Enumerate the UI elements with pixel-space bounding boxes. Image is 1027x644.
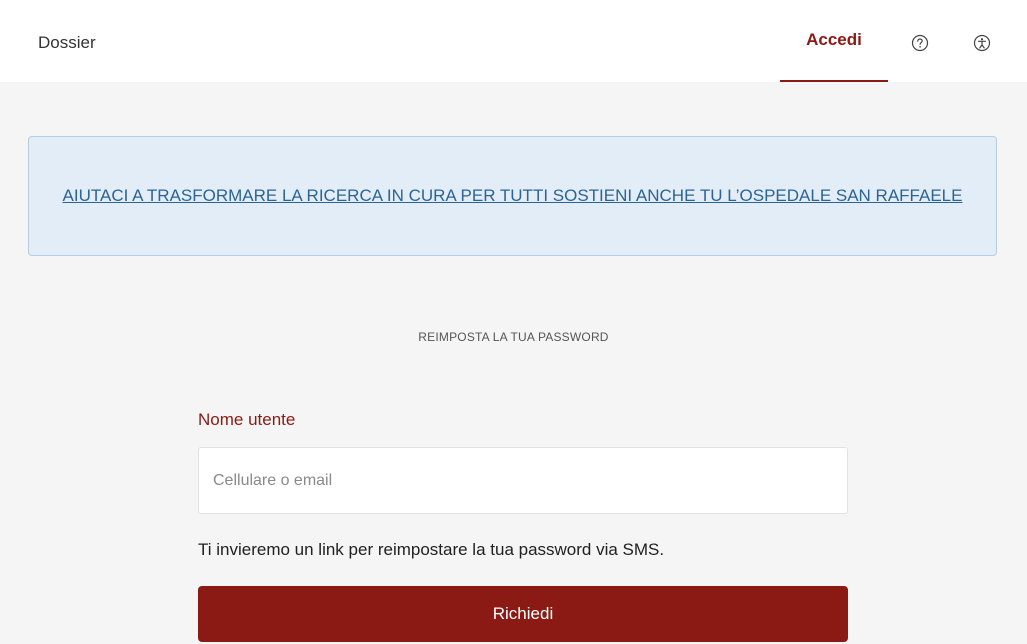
top-header: Dossier Accedi bbox=[0, 0, 1027, 82]
reset-password-title: REIMPOSTA LA TUA PASSWORD bbox=[418, 330, 609, 344]
brand-title[interactable]: Dossier bbox=[38, 33, 96, 53]
request-button[interactable]: Richiedi bbox=[198, 586, 848, 642]
donation-link[interactable]: AIUTACI A TRASFORMARE LA RICERCA IN CURA… bbox=[43, 180, 983, 212]
login-tab[interactable]: Accedi bbox=[780, 0, 888, 82]
sms-hint: Ti invieremo un link per reimpostare la … bbox=[198, 540, 665, 559]
help-icon[interactable] bbox=[910, 33, 930, 53]
username-label: Nome utente bbox=[198, 410, 296, 429]
accessibility-icon[interactable] bbox=[972, 33, 992, 53]
donation-banner: AIUTACI A TRASFORMARE LA RICERCA IN CURA… bbox=[28, 136, 997, 256]
username-input[interactable] bbox=[198, 447, 848, 514]
